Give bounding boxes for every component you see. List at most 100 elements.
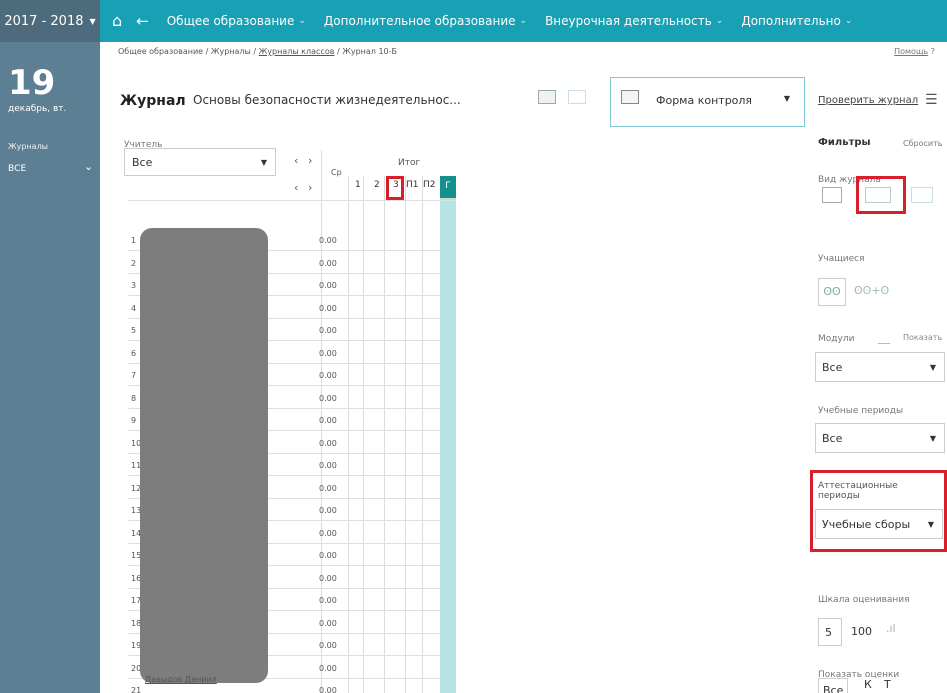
page-title: Журнал — [120, 93, 186, 109]
row-number: 21 — [131, 686, 142, 693]
export-icon[interactable] — [538, 90, 556, 104]
divider — [405, 176, 406, 693]
chevron-down-icon[interactable]: ⌄ — [84, 160, 93, 173]
modules-toggle[interactable] — [878, 338, 890, 344]
column-header[interactable]: 2 — [374, 180, 380, 190]
caret-down-icon: ▼ — [783, 94, 790, 103]
students-label: Учащиеся — [818, 254, 865, 264]
chevron-down-icon: ⌄ — [844, 16, 853, 26]
highlight-box — [856, 176, 906, 214]
row-average: 0.00 — [319, 664, 337, 673]
row-number: 6 — [131, 349, 137, 358]
row-average: 0.00 — [319, 236, 337, 245]
row-average: 0.00 — [319, 439, 337, 448]
subject-selector[interactable]: Основы безопасности жизнедеятельнос... — [193, 93, 461, 107]
marks-all-button[interactable]: Все — [818, 678, 848, 693]
control-form-label: Форма контроля — [656, 94, 753, 107]
students-icon[interactable]: ʘʘ — [818, 278, 846, 306]
check-journal-link[interactable]: Проверить журнал — [818, 95, 918, 106]
settings-sliders-icon[interactable]: ☰ — [925, 92, 938, 108]
year-column-header[interactable]: Г — [440, 176, 456, 198]
divider — [422, 176, 423, 693]
prev-arrow-icon[interactable]: ‹ — [294, 181, 298, 194]
nav-label: Дополнительное образование — [323, 14, 516, 28]
breadcrumb-text: Общее образование / Журналы / — [118, 47, 259, 56]
scale-5-button[interactable]: 5 — [818, 618, 842, 646]
row-average: 0.00 — [319, 484, 337, 493]
avg-header: Ср — [331, 168, 342, 177]
column-header[interactable]: 1 — [355, 180, 361, 190]
scale-100-button[interactable]: 100 — [845, 618, 878, 646]
caret-down-icon: ▼ — [929, 363, 936, 372]
help-icon: ? — [930, 47, 935, 56]
table-view-icon[interactable] — [822, 187, 842, 203]
prev-arrow-icon[interactable]: ‹ — [294, 154, 298, 167]
year-selector[interactable]: 2017 - 2018 ▼ — [0, 0, 100, 42]
row-number: 8 — [131, 394, 137, 403]
row-average: 0.00 — [319, 304, 337, 313]
row-average: 0.00 — [319, 326, 337, 335]
highlight-box — [386, 176, 404, 200]
journals-filter[interactable]: ВСЕ — [8, 164, 26, 174]
row-average: 0.00 — [319, 551, 337, 560]
chevron-down-icon: ⌄ — [519, 16, 528, 26]
row-number: 2 — [131, 259, 137, 268]
students-add-icon[interactable]: ʘʘ+ʘ — [854, 284, 889, 297]
chevron-down-icon: ⌄ — [298, 16, 306, 26]
attest-periods-select[interactable]: Учебные сборы ▼ — [815, 509, 943, 539]
next-arrow-icon[interactable]: › — [308, 181, 312, 194]
row-number: 4 — [131, 304, 137, 313]
help-link[interactable]: Помощь ? — [894, 47, 935, 56]
reset-filters-link[interactable]: Сбросить — [903, 139, 942, 148]
caret-down-icon: ▼ — [260, 158, 267, 167]
chevron-down-icon: ⌄ — [715, 16, 724, 26]
nav-label: Дополнительно — [741, 14, 841, 28]
study-periods-value: Все — [822, 432, 843, 445]
teacher-select[interactable]: Все ▼ — [124, 148, 276, 176]
row-average: 0.00 — [319, 686, 337, 693]
help-label: Помощь — [894, 47, 929, 56]
home-icon[interactable]: ⌂ — [112, 13, 122, 29]
student-name[interactable]: Давыдов Даниил — [145, 675, 217, 684]
divider — [348, 176, 349, 693]
row-number: 1 — [131, 236, 137, 245]
row-number: 9 — [131, 416, 137, 425]
breadcrumb-link[interactable]: Журналы классов — [259, 47, 335, 56]
control-form-select[interactable]: Форма контроля ▼ — [610, 77, 805, 127]
modules-select[interactable]: Все ▼ — [815, 352, 945, 382]
nav-additional-education[interactable]: Дополнительное образование ⌄ — [324, 14, 527, 28]
nav-extracurricular[interactable]: Внеурочная деятельность ⌄ — [545, 14, 723, 28]
list-view-icon[interactable] — [911, 187, 933, 203]
row-average: 0.00 — [319, 371, 337, 380]
left-sidebar: 19 декабрь, вт. Журналы ВСЕ ⌄ — [0, 42, 100, 693]
row-average: 0.00 — [319, 281, 337, 290]
column-header[interactable]: П2 — [423, 180, 436, 190]
bar-chart-icon[interactable]: .ıl — [886, 622, 896, 635]
divider — [384, 176, 385, 693]
nav-label: Внеурочная деятельность — [545, 14, 712, 28]
row-average: 0.00 — [319, 259, 337, 268]
modules-value: Все — [822, 361, 843, 374]
divider — [128, 200, 456, 201]
next-arrow-icon[interactable]: › — [308, 154, 312, 167]
study-periods-label: Учебные периоды — [818, 406, 904, 416]
row-average: 0.00 — [319, 596, 337, 605]
marks-k-button[interactable]: К — [864, 678, 872, 691]
study-periods-select[interactable]: Все ▼ — [815, 423, 945, 453]
breadcrumb-text: / Журнал 10-Б — [334, 47, 397, 56]
grid-icon — [621, 90, 639, 104]
attest-periods-label: Аттестационные периоды — [818, 481, 898, 501]
attest-periods-value: Учебные сборы — [822, 518, 911, 531]
nav-additional[interactable]: Дополнительно ⌄ — [741, 14, 852, 28]
nav-general-education[interactable]: Общее образование ⌄ — [167, 14, 306, 28]
teacher-value: Все — [132, 156, 153, 169]
caret-down-icon: ▼ — [929, 434, 936, 443]
redacted-names — [140, 228, 268, 683]
row-average: 0.00 — [319, 619, 337, 628]
current-date: декабрь, вт. — [8, 104, 67, 114]
column-header[interactable]: П1 — [406, 180, 419, 190]
current-day: 19 — [8, 63, 56, 103]
arrow-left-icon[interactable]: ← — [136, 12, 149, 30]
marks-t-button[interactable]: Т — [884, 678, 891, 691]
columns-icon[interactable] — [568, 90, 586, 104]
